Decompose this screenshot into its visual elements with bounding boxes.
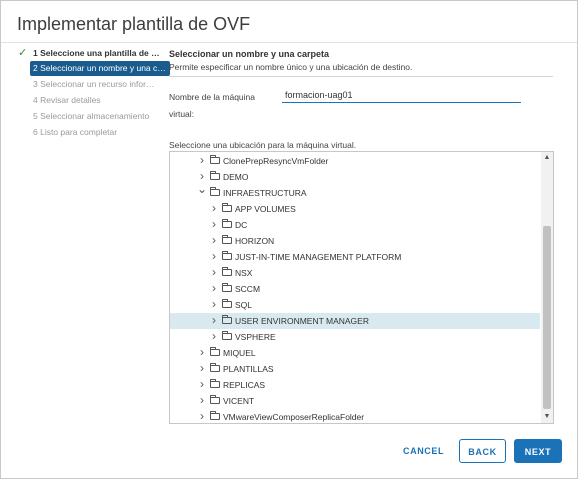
next-button[interactable]: NEXT [514,439,562,463]
chevron-right-icon[interactable]: › [197,360,207,376]
tree-node-label: VSPHERE [235,332,276,342]
tree-node-label: SQL [235,300,253,310]
tree-node-label: USER ENVIRONMENT MANAGER [235,316,369,326]
tree-node[interactable]: › JUST-IN-TIME MANAGEMENT PLATFORM [170,249,540,265]
back-button[interactable]: BACK [459,439,506,463]
tree-node-label: SCCM [235,284,261,294]
tree-node[interactable]: › SCCM [170,281,540,297]
tree-node-label: JUST-IN-TIME MANAGEMENT PLATFORM [235,252,402,262]
chevron-right-icon[interactable]: › [209,216,219,232]
wizard-step-label: 1 Seleccione una plantilla de OVF [33,48,160,58]
tree-node[interactable]: › NSX [170,265,540,281]
location-label: Seleccione una ubicación para la máquina… [169,140,357,150]
tree-node[interactable]: › ClonePrepResyncVmFolder [170,153,540,169]
folder-icon [210,171,220,180]
tree-node-label: VICENT [223,396,255,406]
tree-node[interactable]: › PLANTILLAS [170,361,540,377]
chevron-right-icon[interactable]: › [197,408,207,423]
wizard-step-label: 4 Revisar detalles [33,95,101,105]
folder-icon [210,411,220,420]
tree-node[interactable]: › HORIZON [170,233,540,249]
tree-node-label: MIQUEL [223,348,256,358]
tree-node[interactable]: › REPLICAS [170,377,540,393]
tree-node[interactable]: › USER ENVIRONMENT MANAGER [170,313,540,329]
folder-tree[interactable]: › ClonePrepResyncVmFolder › DEMO ⌄ INFRAESTRU… [169,151,554,424]
chevron-right-icon[interactable]: › [209,280,219,296]
folder-icon [222,219,232,228]
wizard-step-label: 6 Listo para completar [33,127,118,137]
tree-node-label: HORIZON [235,236,275,246]
tree-node-label: APP VOLUMES [235,204,296,214]
chevron-right-icon[interactable]: › [197,376,207,392]
section-divider [169,76,553,77]
tree-node[interactable]: › DC [170,217,540,233]
arrow-up-icon[interactable]: ▲ [541,152,553,164]
folder-icon [210,363,220,372]
folder-icon [210,347,220,356]
section-description: Permite especificar un nombre único y un… [169,62,413,72]
step-content: Seleccionar un nombre y una carpeta Perm… [169,45,553,72]
wizard-steps: ✓ 1 Seleccione una plantilla de OVF 2 Sele… [18,45,170,140]
wizard-step-label: 2 Seleccionar un nombre y una carpeta [33,63,170,73]
folder-icon [210,187,220,196]
section-title: Seleccionar un nombre y una carpeta [169,49,330,59]
tree-scrollbar[interactable]: ▲ ▼ [541,152,553,423]
wizard-step-6[interactable]: 6 Listo para completar [18,124,160,140]
chevron-down-icon[interactable]: ⌄ [197,181,207,197]
tree-node-label: VMwareViewComposerReplicaFolder [223,412,365,422]
tree-node[interactable]: › DEMO [170,169,540,185]
dialog-title: Implementar plantilla de OVF [17,14,251,34]
title-divider [1,42,577,43]
chevron-right-icon[interactable]: › [197,152,207,168]
folder-icon [222,203,232,212]
folder-icon [222,251,232,260]
tree-node[interactable]: › VSPHERE [170,329,540,345]
chevron-right-icon[interactable]: › [209,296,219,312]
tree-node-label: NSX [235,268,253,278]
tree-node-label: DEMO [223,172,249,182]
folder-icon [210,395,220,404]
folder-icon [210,379,220,388]
folder-icon [222,331,232,340]
tree-node-label: INFRAESTRUCTURA [223,188,307,198]
wizard-step-5[interactable]: 5 Seleccionar almacenamiento [18,108,160,124]
deploy-ovf-dialog: Implementar plantilla de OVF ✓ 1 Seleccio… [0,0,578,479]
check-icon: ✓ [18,47,28,59]
cancel-button[interactable]: CANCEL [397,439,449,463]
tree-node[interactable]: › APP VOLUMES [170,201,540,217]
tree-node-label: REPLICAS [223,380,266,390]
tree-node[interactable]: › VICENT [170,393,540,409]
folder-icon [210,155,220,164]
wizard-step-1[interactable]: ✓ 1 Seleccione una plantilla de OVF [18,45,160,61]
tree-node[interactable]: › SQL [170,297,540,313]
chevron-right-icon[interactable]: › [209,312,219,328]
chevron-right-icon[interactable]: › [209,248,219,264]
folder-icon [222,299,232,308]
tree-node[interactable]: ⌄ INFRAESTRUCTURA [170,182,540,201]
chevron-right-icon[interactable]: › [197,392,207,408]
tree-node[interactable]: › VMwareViewComposerReplicaFolder [170,408,540,423]
wizard-step-3[interactable]: 3 Seleccionar un recurso informático [18,76,160,92]
wizard-step-label: 5 Seleccionar almacenamiento [33,111,150,121]
arrow-down-icon[interactable]: ▼ [541,411,553,423]
wizard-step-4[interactable]: 4 Revisar detalles [18,92,160,108]
vm-name-input[interactable] [282,88,521,103]
tree-node-label: ClonePrepResyncVmFolder [223,156,329,166]
folder-icon [222,235,232,244]
wizard-step-2[interactable]: 2 Seleccionar un nombre y una carpeta [30,61,170,76]
chevron-right-icon[interactable]: › [197,344,207,360]
chevron-right-icon[interactable]: › [209,232,219,248]
folder-icon [222,283,232,292]
folder-icon [222,267,232,276]
folder-icon [222,315,232,324]
chevron-right-icon[interactable]: › [209,200,219,216]
wizard-step-label: 3 Seleccionar un recurso informático [33,79,160,89]
chevron-right-icon[interactable]: › [209,328,219,344]
chevron-right-icon[interactable]: › [209,264,219,280]
vm-name-label: Nombre de la máquina virtual: [169,92,255,119]
tree-node-label: DC [235,220,248,230]
tree-node[interactable]: › MIQUEL [170,345,540,361]
scroll-thumb[interactable] [543,226,551,409]
tree-node-label: PLANTILLAS [223,364,274,374]
